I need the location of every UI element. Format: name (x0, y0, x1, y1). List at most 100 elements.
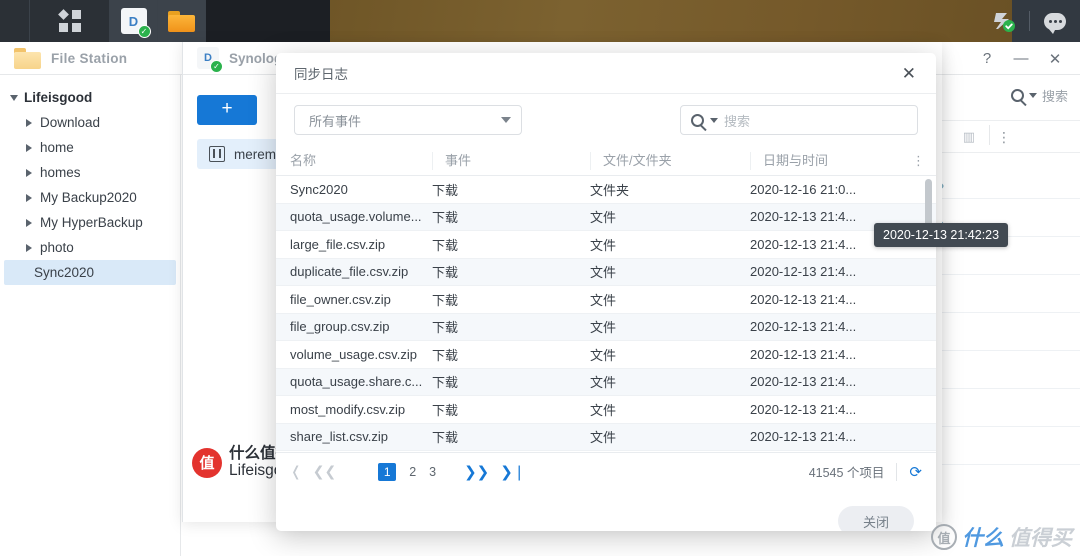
event-filter-value: 所有事件 (309, 113, 362, 129)
chevron-right-icon[interactable] (26, 218, 32, 227)
last-page-button[interactable]: ❯❘ (500, 463, 525, 481)
folder-icon (168, 10, 195, 32)
cell-name: quota_usage.volume... (290, 209, 422, 225)
cell-event: 下载 (432, 237, 459, 253)
search-placeholder: 搜索 (1041, 89, 1068, 104)
taskbar-item-file-station[interactable] (158, 0, 206, 42)
table-row[interactable]: volume_usage.csv.zip 下载 文件 2020-12-13 21… (276, 341, 936, 369)
connection-label: merem (234, 146, 277, 162)
chevron-down-icon[interactable] (1028, 93, 1037, 98)
sidebar-item-sync2020[interactable]: Sync2020 (4, 260, 176, 285)
chevron-right-icon[interactable] (26, 118, 32, 127)
tree-root-label: Lifeisgood (24, 90, 93, 105)
sidebar-item-homes[interactable]: homes (0, 160, 180, 185)
taskbar: D ✓ (0, 0, 1080, 42)
sidebar-item-label: Sync2020 (34, 265, 95, 280)
chat-button[interactable] (1030, 0, 1080, 42)
chevron-right-icon[interactable] (26, 193, 32, 202)
cell-name: share_list.csv.zip (290, 429, 389, 445)
folder-icon (14, 47, 41, 69)
watermark-bottom-right: 值 什么 值得买 (931, 522, 1072, 552)
sidebar-item-label: My Backup2020 (40, 190, 137, 205)
log-search-input[interactable]: 搜索 (680, 105, 918, 135)
add-connection-button[interactable]: + (197, 95, 257, 125)
file-list-header-icon: ▥ (962, 129, 975, 144)
close-icon[interactable]: ✕ (896, 61, 922, 86)
main-menu-button[interactable] (30, 0, 110, 42)
column-header-name[interactable]: 名称 (290, 152, 432, 170)
cell-name: Sync2020 (290, 181, 348, 197)
dialog-title: 同步日志 (294, 67, 348, 82)
cell-type: 文件 (590, 430, 617, 446)
sidebar-item-home[interactable]: home (0, 135, 180, 160)
table-row[interactable]: most_modify.csv.zip 下载 文件 2020-12-13 21:… (276, 396, 936, 424)
search-icon (1010, 89, 1024, 102)
cell-datetime: 2020-12-13 21:4... (750, 346, 857, 362)
vertical-scrollbar[interactable] (925, 179, 932, 449)
table-row[interactable]: quota_usage.share.c... 下载 文件 2020-12-13 … (276, 368, 936, 396)
chevron-right-icon[interactable] (26, 243, 32, 252)
page-button-3[interactable]: 3 (429, 465, 436, 479)
chevron-down-icon[interactable] (710, 117, 718, 123)
tree-root-lifeisgood[interactable]: Lifeisgood (0, 85, 180, 110)
page-button-1[interactable]: 1 (378, 462, 397, 481)
column-header-datetime[interactable]: 日期与时间 (750, 151, 900, 170)
refresh-icon[interactable]: ⟳ (909, 463, 922, 481)
sidebar-item-my-hyperbackup[interactable]: My HyperBackup (0, 210, 180, 235)
event-filter-select[interactable]: 所有事件 (294, 105, 522, 135)
table-row[interactable]: duplicate_file.csv.zip 下载 文件 2020-12-13 … (276, 258, 936, 286)
close-button[interactable]: 关闭 (838, 506, 914, 531)
table-row[interactable]: file_group.csv.zip 下载 文件 2020-12-13 21:4… (276, 313, 936, 341)
cell-datetime: 2020-12-13 21:4... (750, 209, 857, 225)
cell-name: file_owner.csv.zip (290, 291, 391, 307)
first-page-button[interactable]: ❬ (290, 463, 302, 480)
column-options-icon[interactable]: ⋮ (997, 129, 1012, 146)
cell-event: 下载 (432, 375, 459, 391)
sidebar-item-my-backup2020[interactable]: My Backup2020 (0, 185, 180, 210)
minimize-button[interactable]: — (1004, 42, 1038, 75)
ds-notification-button[interactable] (979, 0, 1029, 42)
taskbar-item-synology-drive[interactable]: D ✓ (110, 0, 158, 42)
table-row[interactable]: large_file.csv.zip 下载 文件 2020-12-13 21:4… (276, 231, 936, 259)
datetime-tooltip: 2020-12-13 21:42:23 (874, 223, 1009, 247)
table-row[interactable]: quota_usage.volume... 下载 文件 2020-12-13 2… (276, 203, 936, 231)
table-row[interactable]: share_list.csv.zip 下载 文件 2020-12-13 21:4… (276, 423, 936, 451)
close-button[interactable]: ✕ (1038, 42, 1072, 75)
column-options-icon[interactable]: ⋮ (912, 153, 926, 169)
cell-event: 下载 (432, 292, 459, 308)
chevron-down-icon[interactable] (10, 94, 18, 101)
search-placeholder: 搜索 (724, 113, 751, 129)
sidebar-item-download[interactable]: Download (0, 110, 180, 135)
help-button[interactable]: ? (970, 42, 1004, 75)
watermark-corner-badge: 值 (931, 524, 957, 550)
chevron-right-icon[interactable] (26, 168, 32, 177)
cell-datetime: 2020-12-13 21:4... (750, 264, 857, 280)
cell-name: large_file.csv.zip (290, 236, 386, 252)
taskbar-edge (0, 0, 30, 42)
next-page-button[interactable]: ❯❯ (464, 463, 489, 481)
pagination-next-group: ❯❯ ❯❘ (464, 463, 525, 481)
sidebar-item-photo[interactable]: photo (0, 235, 180, 260)
chevron-down-icon[interactable] (501, 117, 511, 123)
file-station-window-controls: ? — ✕ (970, 42, 1072, 75)
cell-type: 文件 (590, 375, 617, 391)
cell-type: 文件 (590, 402, 617, 418)
cell-event: 下载 (432, 320, 459, 336)
cell-event: 下载 (432, 182, 459, 198)
cell-datetime: 2020-12-13 21:4... (750, 319, 857, 335)
column-divider (989, 125, 990, 145)
table-row[interactable]: Sync2020 下载 文件夹 2020-12-16 21:0... (276, 176, 936, 204)
column-header-type[interactable]: 文件/文件夹 (590, 151, 750, 170)
column-header-event[interactable]: 事件 (432, 151, 590, 170)
sidebar-item-label: homes (40, 165, 81, 180)
apps-grid-icon (57, 9, 81, 32)
taskbar-right-group (979, 0, 1080, 42)
table-row[interactable]: file_owner.csv.zip 下载 文件 2020-12-13 21:4… (276, 286, 936, 314)
dialog-filter-bar: 所有事件 搜索 (276, 94, 936, 146)
file-station-search[interactable]: 搜索 (1010, 86, 1068, 105)
cell-type: 文件 (590, 210, 617, 226)
page-button-2[interactable]: 2 (409, 465, 416, 479)
synology-logo-icon (994, 13, 1015, 32)
chevron-right-icon[interactable] (26, 143, 32, 152)
prev-page-button[interactable]: ❮❮ (313, 463, 336, 480)
